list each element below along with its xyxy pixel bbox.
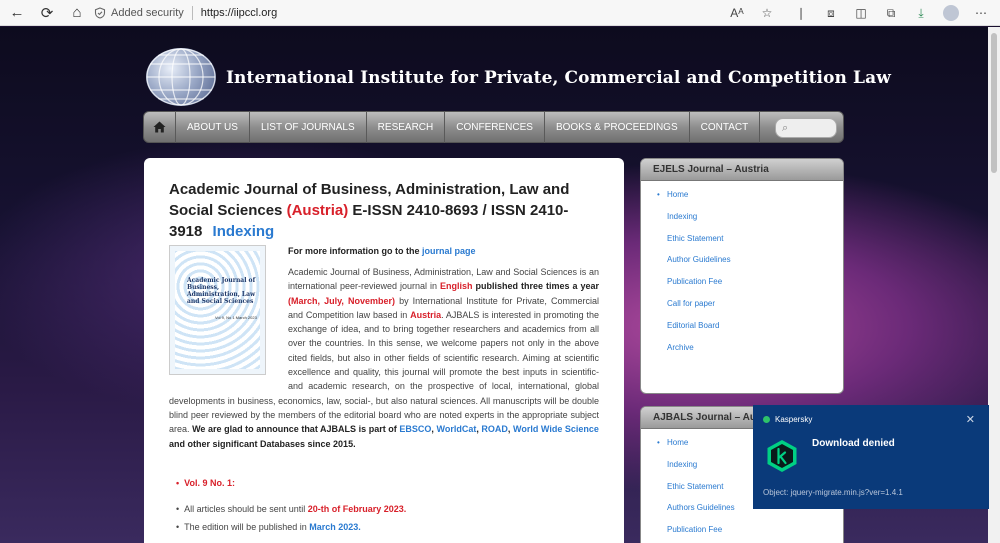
address-bar[interactable]: Added security https://iipccl.org [94,3,814,23]
list-item: • The edition will be published in March… [176,522,361,532]
menu-conferences[interactable]: Conferences [445,111,545,143]
cover-spacer [169,265,288,387]
kaspersky-logo-icon [767,440,797,472]
menu-books-proceedings[interactable]: Books & Proceedings [545,111,690,143]
body-glad: We are glad to announce that AJBALS is p… [192,424,397,435]
kaspersky-notification[interactable]: Kaspersky ✕ Download denied Object: jque… [753,405,989,509]
worldcat-link[interactable]: WorldCat [436,424,476,434]
ejels-link-author-guidelines[interactable]: Author Guidelines [641,254,843,276]
deadline-date: 20-th of February 2023. [307,504,407,514]
journal-page-link[interactable]: journal page [422,246,476,256]
globe-grid-icon [146,48,216,106]
extension-pin-icon[interactable]: ❘ [786,0,816,26]
ejels-sidebar: EJELS Journal – Austria Home Indexing Et… [640,158,844,394]
body-austria: Austria [410,309,442,320]
security-label: Added security [111,7,184,19]
menu-about-us[interactable]: About Us [176,111,250,143]
road-link[interactable]: ROAD [481,424,508,434]
ebsco-link[interactable]: EBSCO [399,424,431,434]
body-months: (March, July, November) [288,295,395,306]
more-menu-icon[interactable]: ⋯ [966,0,996,26]
browser-actions: Aᴬ ☆ ❘ ⧈ ◫ ⧉ ⤓ ⋯ [722,0,996,26]
shield-icon [94,7,106,19]
ejels-link-editorial-board[interactable]: Editorial Board [641,320,843,342]
ejels-link-call-for-paper[interactable]: Call for paper [641,298,843,320]
body-comma-1: , [431,424,434,435]
downloads-icon[interactable]: ⤓ [906,0,936,26]
security-indicator[interactable]: Added security [94,7,184,19]
body-end: and other significant Databases since 20… [169,438,356,449]
search-icon: ⌕ [782,121,789,134]
scrollbar-thumb[interactable] [991,33,997,173]
kaspersky-status-dot [763,416,770,423]
list-item: • All articles should be sent until 20-t… [176,504,407,514]
title-country: (Austria) [286,202,349,219]
ejels-link-archive[interactable]: Archive [641,342,843,364]
body-published: published three times a year [475,281,599,292]
body-comma-2: , [476,424,479,435]
home-icon[interactable]: ⌂ [64,0,90,26]
article-panel: Academic Journal of Business, Administra… [144,158,624,543]
world-wide-science-link[interactable]: World Wide Science [513,424,599,434]
body-english: English [440,281,473,292]
browser-toolbar: ← ⟳ ⌂ Added security https://iipccl.org … [0,0,1000,26]
main-menu: About Us List of Journals Research Confe… [143,111,844,143]
refresh-icon[interactable]: ⟳ [34,0,60,26]
ajbals-link-publication-fee[interactable]: Publication Fee [641,524,843,543]
globe-logo[interactable] [146,48,216,106]
ejels-link-home[interactable]: Home [641,189,843,211]
more-info-line: For more information go to the journal p… [288,246,476,256]
ejels-link-publication-fee[interactable]: Publication Fee [641,276,843,298]
read-aloud-label: Aᴬ [730,6,744,20]
site-title[interactable]: International Institute for Private, Com… [226,68,891,88]
toast-brand: Kaspersky [763,415,812,424]
ejels-links: Home Indexing Ethic Statement Author Gui… [641,181,843,363]
article-title: Academic Journal of Business, Administra… [169,179,599,242]
address-divider [191,6,193,20]
collections-icon[interactable]: ⧉ [876,0,906,26]
split-screen-icon[interactable]: ◫ [846,0,876,26]
menu-list-of-journals[interactable]: List of Journals [250,111,367,143]
home-icon [153,121,166,133]
url-text[interactable]: https://iipccl.org [201,7,277,19]
read-aloud-icon[interactable]: Aᴬ [722,0,752,26]
body-comma-3: , [507,424,511,435]
menu-research[interactable]: Research [367,111,446,143]
ejels-sidebar-title: EJELS Journal – Austria [641,159,843,181]
profile-avatar[interactable] [936,0,966,26]
volume-label: Vol. 9 No. 1: [184,478,235,488]
article-body: Academic Journal of Business, Administra… [169,265,599,451]
menu-contact[interactable]: Contact [690,111,761,143]
extensions-icon[interactable]: ⧈ [816,0,846,26]
avatar [943,5,959,21]
toast-object-text: Object: jquery-migrate.min.js?ver=1.4.1 [763,488,903,497]
volume-heading: • Vol. 9 No. 1: [176,478,235,488]
menu-home-button[interactable] [144,111,176,143]
ejels-link-ethic-statement[interactable]: Ethic Statement [641,233,843,255]
favorite-icon[interactable]: ☆ [752,0,782,26]
ejels-link-indexing[interactable]: Indexing [641,211,843,233]
close-icon[interactable]: ✕ [966,413,975,426]
search-input[interactable]: ⌕ [775,118,837,138]
page-scrollbar[interactable] [988,27,1000,543]
more-info-text: For more information go to the [288,246,420,256]
indexing-link[interactable]: Indexing [213,223,275,240]
toast-brand-name: Kaspersky [775,415,813,424]
edition-date: March 2023. [309,522,361,532]
toast-title: Download denied [812,438,895,449]
back-icon[interactable]: ← [4,0,30,26]
deadline-text: All articles should be sent until [184,504,306,514]
edition-text: The edition will be published in [184,522,307,532]
